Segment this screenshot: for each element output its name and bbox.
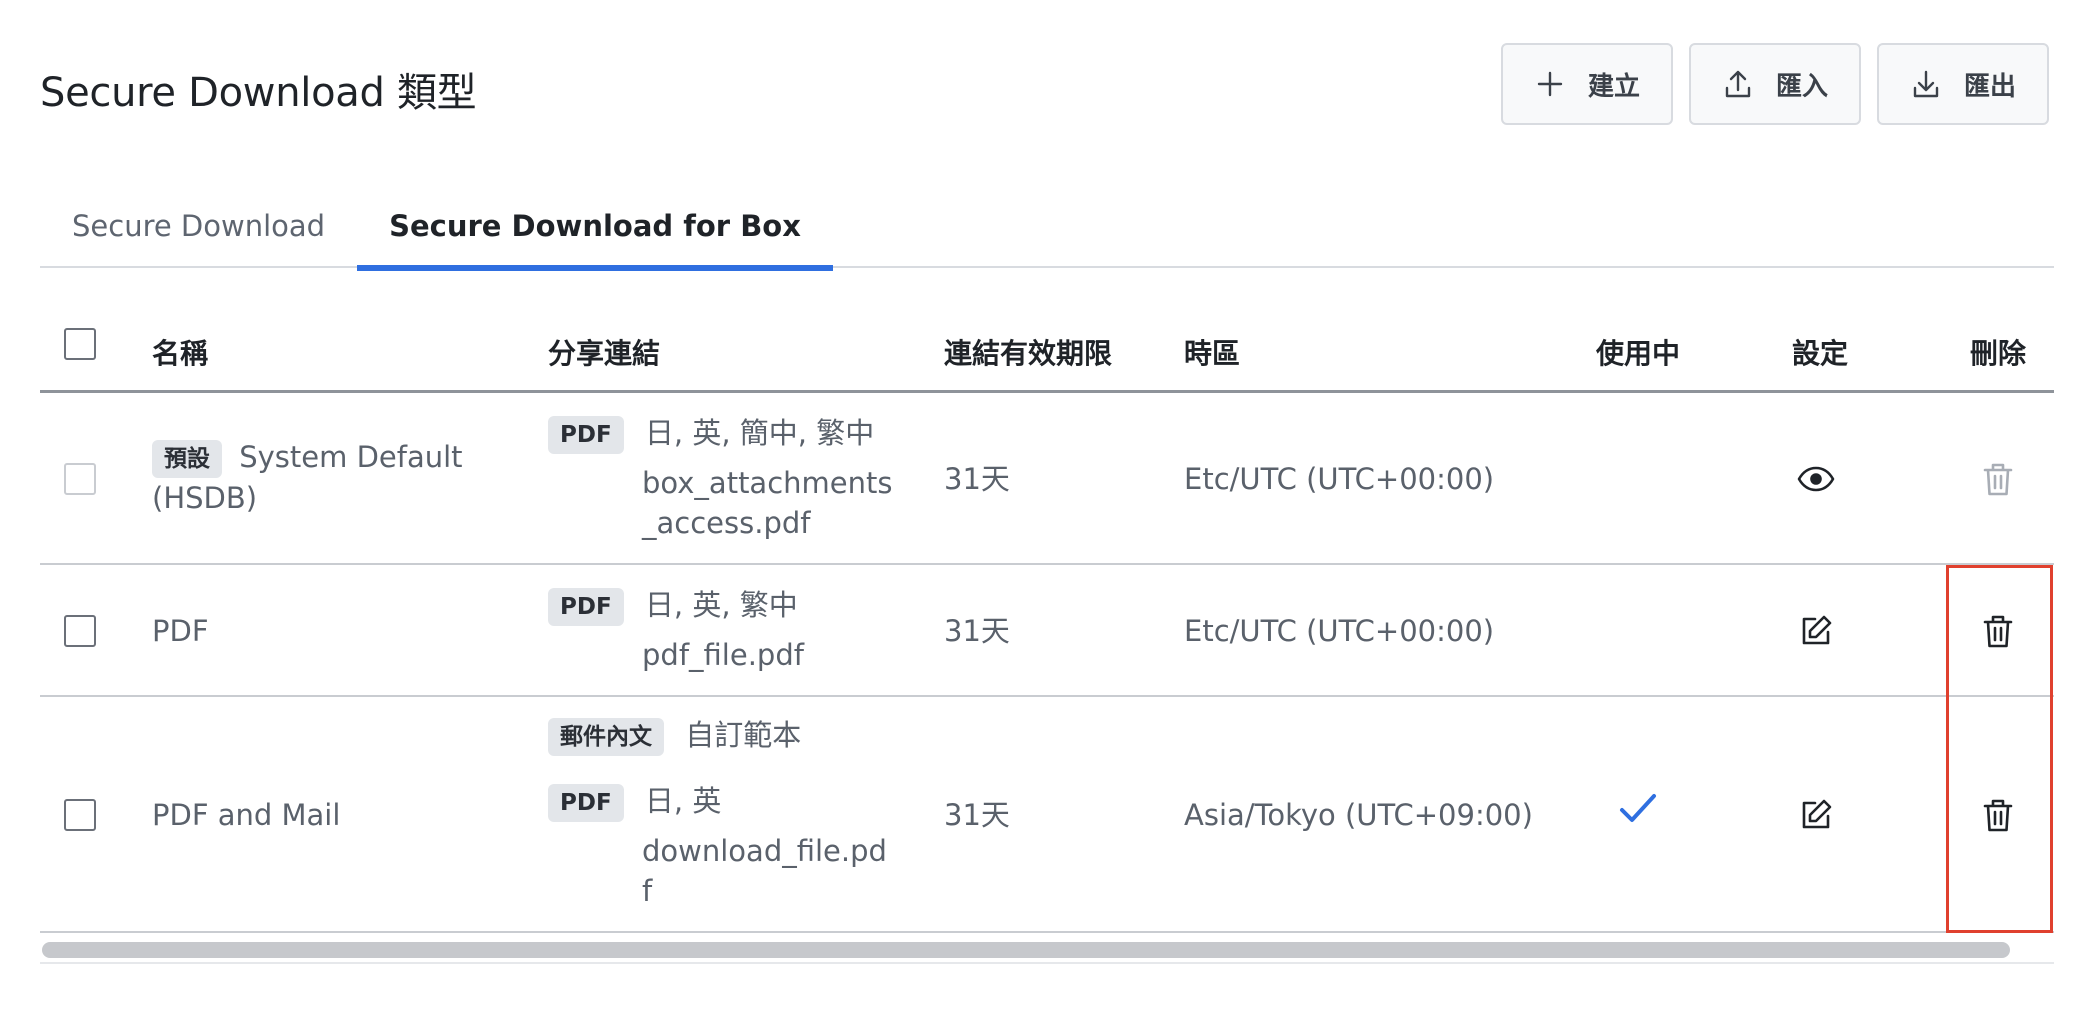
column-header-link-expiry: 連結有效期限 bbox=[944, 337, 1113, 370]
edit-icon bbox=[1802, 799, 1832, 829]
pdf-badge: PDF bbox=[548, 784, 624, 822]
share-link-cell: PDF 日, 英, 繁中 bbox=[548, 585, 798, 626]
column-header-share-link: 分享連結 bbox=[548, 337, 661, 370]
column-header-timezone: 時區 bbox=[1184, 337, 1241, 370]
mail-template-name: 自訂範本 bbox=[685, 718, 802, 752]
pdf-badge: PDF bbox=[548, 416, 624, 454]
row-name: PDF and Mail bbox=[152, 798, 341, 832]
types-table: 名稱 分享連結 連結有效期限 時區 使用中 設定 刪除 預設 System De… bbox=[40, 300, 2054, 933]
row-name: PDF bbox=[152, 614, 209, 648]
file-name-line1: box_attachments bbox=[642, 466, 893, 500]
trash-icon bbox=[1983, 615, 2013, 648]
timezone: Etc/UTC (UTC+00:00) bbox=[1184, 462, 1495, 496]
table-row: PDF and Mail 郵件內文 自訂範本 PDF 日, 英 download… bbox=[40, 697, 2054, 933]
column-header-name: 名稱 bbox=[152, 337, 209, 370]
import-button[interactable]: 匯入 bbox=[1689, 43, 1861, 125]
edit-settings-button[interactable] bbox=[1796, 611, 1836, 651]
timezone: Etc/UTC (UTC+00:00) bbox=[1184, 614, 1495, 648]
create-button-label: 建立 bbox=[1587, 71, 1640, 102]
link-expiry: 31天 bbox=[944, 462, 1010, 496]
export-button-label: 匯出 bbox=[1963, 71, 2016, 102]
share-link-cell: PDF 日, 英 bbox=[548, 781, 721, 822]
delete-button[interactable] bbox=[1978, 611, 2018, 651]
delete-button[interactable] bbox=[1978, 795, 2018, 835]
file-name: box_attachments _access.pdf bbox=[642, 463, 892, 543]
in-use-check-icon bbox=[1618, 789, 1658, 829]
horizontal-scrollbar[interactable] bbox=[40, 936, 2054, 964]
file-name: pdf_file.pdf bbox=[642, 638, 804, 672]
create-button[interactable]: 建立 bbox=[1501, 43, 1673, 125]
pdf-badge: PDF bbox=[548, 588, 624, 626]
scrollbar-thumb[interactable] bbox=[42, 942, 2010, 958]
file-name-line1: download_file.pd bbox=[642, 834, 887, 868]
edit-icon bbox=[1802, 615, 1832, 645]
file-name-line2: f bbox=[642, 874, 653, 908]
tab-secure-download-for-box[interactable]: Secure Download for Box bbox=[357, 200, 833, 271]
row-checkbox[interactable] bbox=[64, 799, 96, 831]
view-settings-button[interactable] bbox=[1796, 459, 1836, 499]
row-checkbox[interactable] bbox=[64, 615, 96, 647]
link-expiry: 31天 bbox=[944, 798, 1010, 832]
timezone: Asia/Tokyo (UTC+09:00) bbox=[1184, 798, 1533, 832]
share-link-cell: PDF 日, 英, 簡中, 繁中 bbox=[548, 413, 874, 454]
file-name-line2: _access.pdf bbox=[642, 506, 811, 540]
row-name-line2: (HSDB) bbox=[152, 481, 258, 515]
toolbar: 建立 匯入 匯出 bbox=[1501, 43, 2049, 125]
trash-icon bbox=[1983, 799, 2013, 832]
check-icon bbox=[1620, 794, 1656, 822]
tab-bar: Secure Download Secure Download for Box bbox=[40, 200, 2054, 271]
default-badge: 預設 bbox=[152, 440, 222, 478]
page: Secure Download 類型 建立 匯入 匯出 Secure Downl… bbox=[0, 0, 2092, 1014]
languages: 日, 英, 繁中 bbox=[644, 588, 798, 622]
column-header-settings: 設定 bbox=[1792, 337, 1849, 370]
eye-icon bbox=[1797, 466, 1835, 492]
plus-icon bbox=[1537, 71, 1563, 97]
languages: 日, 英 bbox=[644, 784, 722, 818]
select-all-checkbox[interactable] bbox=[64, 328, 96, 360]
row-name-line1: System Default bbox=[239, 440, 463, 474]
table-row: 預設 System Default (HSDB) PDF 日, 英, 簡中, 繁… bbox=[40, 393, 2054, 565]
column-header-in-use: 使用中 bbox=[1596, 337, 1681, 370]
download-icon bbox=[1913, 70, 1939, 98]
upload-icon bbox=[1725, 70, 1751, 98]
mail-body-badge: 郵件內文 bbox=[548, 718, 664, 756]
table-row: PDF PDF 日, 英, 繁中 pdf_file.pdf 31天 Etc/UT… bbox=[40, 565, 2054, 697]
languages: 日, 英, 簡中, 繁中 bbox=[644, 416, 875, 450]
table-header: 名稱 分享連結 連結有效期限 時區 使用中 設定 刪除 bbox=[40, 300, 2054, 393]
export-button[interactable]: 匯出 bbox=[1877, 43, 2049, 125]
trash-icon bbox=[1983, 463, 2013, 496]
column-header-delete: 刪除 bbox=[1970, 337, 2027, 370]
edit-settings-button[interactable] bbox=[1796, 795, 1836, 835]
mail-template-cell: 郵件內文 自訂範本 bbox=[548, 715, 801, 756]
row-checkbox bbox=[64, 463, 96, 495]
row-name: 預設 System Default (HSDB) bbox=[152, 437, 492, 518]
page-title: Secure Download 類型 bbox=[40, 70, 477, 116]
file-name: download_file.pd f bbox=[642, 831, 887, 911]
import-button-label: 匯入 bbox=[1775, 71, 1828, 102]
link-expiry: 31天 bbox=[944, 614, 1010, 648]
tab-secure-download[interactable]: Secure Download bbox=[40, 200, 357, 268]
delete-button-disabled bbox=[1978, 459, 2018, 499]
